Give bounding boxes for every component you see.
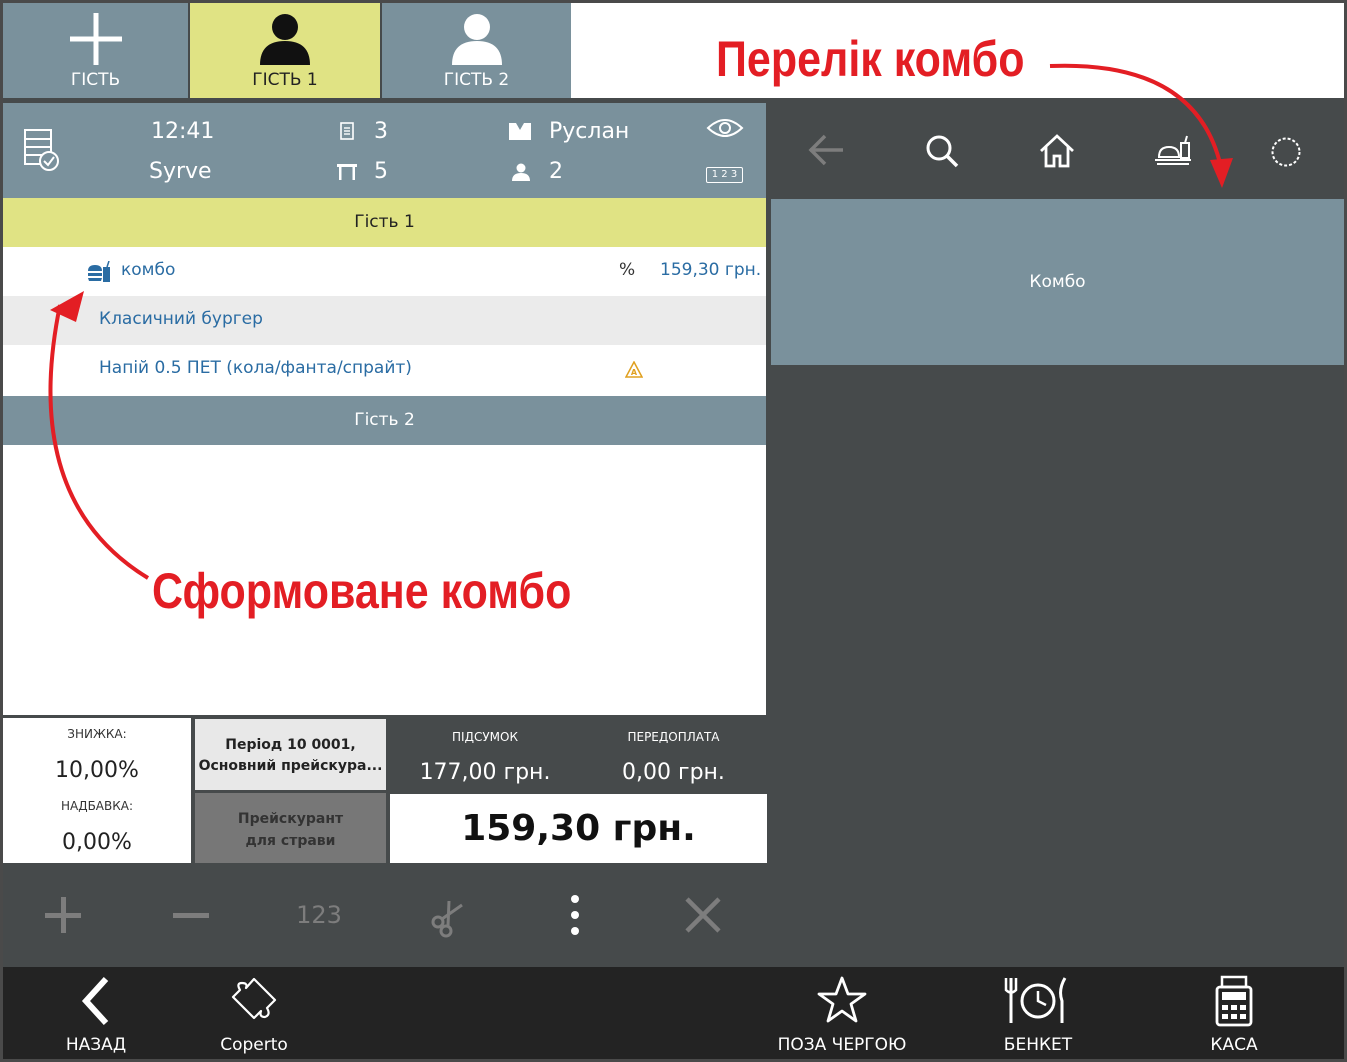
chevron-left-icon <box>81 976 109 1026</box>
home-icon[interactable] <box>1038 133 1076 169</box>
order-row-item[interactable]: Напій 0.5 ПЕТ (кола/фанта/спрайт) A <box>3 345 766 394</box>
pricelist-line-2: Основний прейскура... <box>198 758 383 774</box>
combo-category-button[interactable]: Комбо <box>771 199 1344 365</box>
pricelist-line-1: Період 10 0001, <box>225 737 356 753</box>
back-label: НАЗАД <box>65 1035 127 1055</box>
order-number: 3 <box>374 119 388 144</box>
waiter-name: Руслан <box>549 119 630 144</box>
food-tray-icon[interactable] <box>1153 135 1193 167</box>
svg-text:A: A <box>631 368 638 377</box>
guest-1-tab[interactable]: ГІСТЬ 1 <box>190 3 380 98</box>
out-of-turn-button[interactable]: ПОЗА ЧЕРГОЮ <box>762 967 922 1059</box>
table-icon <box>337 164 357 180</box>
pricelist-button[interactable]: Період 10 0001, Основний прейскура... <box>195 719 386 790</box>
order-list: Гість 1 комбо % 159,30 грн. Класичний бу… <box>3 198 766 715</box>
star-icon <box>817 976 867 1023</box>
guest-1-label: ГІСТЬ 1 <box>252 70 318 90</box>
back-arrow-icon[interactable] <box>807 133 845 167</box>
coperto-button[interactable]: Coperto <box>174 967 334 1059</box>
warning-icon: A <box>625 361 643 378</box>
menu-toolbar <box>769 103 1344 198</box>
waiter-icon <box>509 123 531 140</box>
add-guest-label: ГІСТЬ <box>70 70 121 90</box>
scissors-icon[interactable] <box>415 885 479 945</box>
order-list-check-icon[interactable] <box>23 128 61 172</box>
guest-2-header[interactable]: Гість 2 <box>3 396 766 445</box>
grand-total: 159,30 грн. <box>390 794 767 863</box>
guests-icon <box>512 163 530 181</box>
subtotal-label: ПІДСУМОК <box>452 730 518 744</box>
coperto-label: Coperto <box>220 1035 288 1055</box>
search-icon[interactable] <box>924 133 960 169</box>
combo-price: 159,30 грн. <box>660 260 762 280</box>
subtotal-value: 177,00 грн. <box>419 760 551 785</box>
numeric-keypad-badge[interactable]: 1 2 3 <box>706 167 743 183</box>
dish-pricelist-line-2: для страви <box>245 833 336 849</box>
order-time: 12:41 <box>151 119 215 144</box>
quantity-keypad-button[interactable]: 123 <box>287 885 351 945</box>
surcharge-value: 0,00% <box>62 830 132 855</box>
annotation-formed-combo: Сформоване комбо <box>152 563 572 619</box>
cash-label: КАСА <box>1210 1035 1258 1055</box>
discount-panel[interactable]: ЗНИЖКА: 10,00% НАДБАВКА: 0,00% <box>3 718 191 863</box>
cash-button[interactable]: КАСА <box>1154 967 1314 1059</box>
combo-name: комбо <box>121 260 176 280</box>
close-icon[interactable] <box>671 885 735 945</box>
item-name: Класичний бургер <box>99 309 263 329</box>
discount-value: 10,00% <box>55 758 139 783</box>
back-button[interactable]: НАЗАД <box>16 967 176 1059</box>
receipt-icon <box>340 122 354 140</box>
annotation-combo-list: Перелік комбо <box>716 31 1025 87</box>
puzzle-icon <box>231 977 277 1020</box>
plus-icon[interactable] <box>31 885 95 945</box>
subtotal-panel: ПІДСУМОК 177,00 грн. ПЕРЕДОПЛАТА 0,00 гр… <box>390 718 767 793</box>
add-guest-tab[interactable]: ГІСТЬ <box>3 3 188 98</box>
guest-2-tab[interactable]: ГІСТЬ 2 <box>382 3 571 98</box>
banquet-clock-icon <box>1004 977 1067 1023</box>
more-options-icon[interactable] <box>543 885 607 945</box>
combo-icon <box>88 261 110 282</box>
cash-register-icon <box>1215 975 1253 1027</box>
guest-2-label: ГІСТЬ 2 <box>443 70 510 90</box>
prepay-label: ПЕРЕДОПЛАТА <box>627 730 720 744</box>
person-icon <box>451 14 502 65</box>
banquet-button[interactable]: БЕНКЕТ <box>958 967 1118 1059</box>
prepay-value: 0,00 грн. <box>622 760 725 785</box>
order-group: Syrve <box>149 159 212 184</box>
settings-gear-icon[interactable] <box>1269 135 1303 169</box>
banquet-label: БЕНКЕТ <box>1003 1035 1073 1055</box>
item-name: Напій 0.5 ПЕТ (кола/фанта/спрайт) <box>99 358 412 378</box>
order-row-item[interactable]: Класичний бургер <box>3 296 766 345</box>
dish-pricelist-line-1: Прейскурант <box>237 811 344 827</box>
minus-icon[interactable] <box>159 885 223 945</box>
guest-1-header[interactable]: Гість 1 <box>3 198 766 247</box>
guests-count: 2 <box>549 159 563 184</box>
discount-mark: % <box>619 260 636 280</box>
order-header: 12:41 Syrve 3 5 Руслан 2 1 2 3 <box>3 103 766 198</box>
surcharge-label: НАДБАВКА: <box>60 799 134 813</box>
person-icon <box>260 14 310 65</box>
eye-icon[interactable] <box>706 116 744 140</box>
table-number: 5 <box>374 159 388 184</box>
dish-pricelist-button[interactable]: Прейскурант для страви <box>195 793 386 863</box>
discount-label: ЗНИЖКА: <box>67 727 127 741</box>
order-row-combo[interactable]: комбо % 159,30 грн. <box>3 247 766 296</box>
plus-icon <box>69 13 122 65</box>
out-of-turn-label: ПОЗА ЧЕРГОЮ <box>777 1035 907 1055</box>
bottom-nav: НАЗАД Coperto ПОЗА ЧЕРГОЮ БЕНКЕТ КАСА <box>3 967 1344 1059</box>
